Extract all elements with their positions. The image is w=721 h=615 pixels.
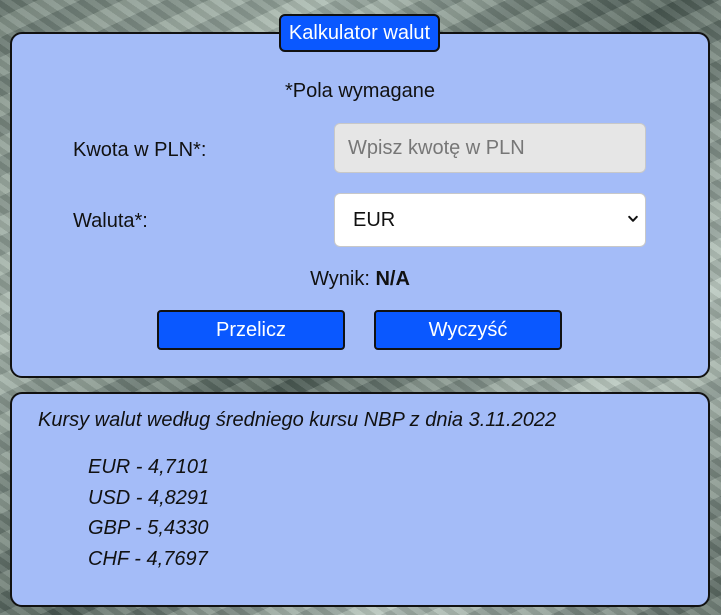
rate-item-chf: CHF - 4,7697 (88, 547, 208, 570)
currency-selected-value: EUR (353, 209, 396, 231)
chevron-down-icon (628, 215, 638, 222)
currency-label: Waluta*: (73, 210, 148, 232)
currency-calculator-panel: *Pola wymagane Kwota w PLN*: Waluta*: EU… (10, 32, 710, 378)
clear-button[interactable]: Wyczyść (374, 310, 562, 350)
rate-item-gbp: GBP - 5,4330 (88, 517, 209, 539)
amount-label: Kwota w PLN*: (73, 139, 207, 161)
result-label: Wynik: (310, 268, 370, 290)
required-fields-note: *Pola wymagane (284, 80, 436, 102)
exchange-rates-list: EUR - 4,7101 USD - 4,8291 GBP - 5,4330 C… (88, 452, 209, 574)
amount-input[interactable] (334, 123, 646, 173)
exchange-rates-panel: Kursy walut według średniego kursu NBP z… (10, 392, 710, 607)
result-row: Wynik: N/A (12, 268, 708, 291)
calculator-title: Kalkulator walut (279, 14, 440, 52)
result-value: N/A (375, 268, 410, 290)
exchange-rates-heading: Kursy walut według średniego kursu NBP z… (38, 409, 557, 431)
currency-select[interactable]: EUR (334, 193, 646, 247)
convert-button[interactable]: Przelicz (157, 310, 345, 350)
rate-item-usd: USD - 4,8291 (88, 486, 210, 509)
rate-item-eur: EUR - 4,7101 (88, 456, 210, 478)
